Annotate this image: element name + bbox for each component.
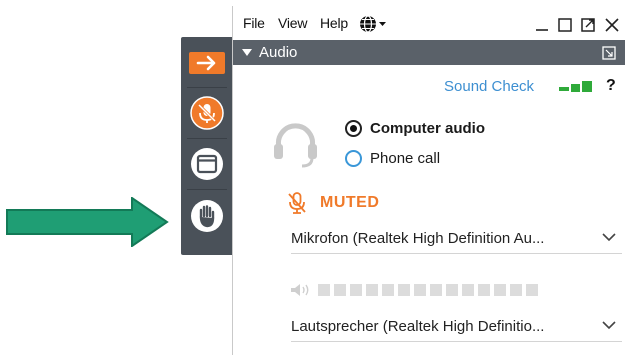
maximize-icon[interactable] (557, 17, 573, 33)
level-segment (318, 284, 330, 296)
language-globe-icon[interactable] (359, 15, 389, 33)
level-segment (366, 284, 378, 296)
level-segment (350, 284, 362, 296)
menu-bar: File View Help (233, 6, 625, 40)
window-icon (191, 148, 223, 180)
microphone-select[interactable]: Mikrofon (Realtek High Definition Au... (291, 224, 622, 252)
level-segment (494, 284, 506, 296)
speaker-level-meter (290, 283, 542, 297)
minimize-icon[interactable] (534, 17, 550, 33)
microphone-select-value: Mikrofon (Realtek High Definition Au... (291, 229, 545, 247)
menu-help[interactable]: Help (320, 15, 348, 31)
microphone-muted-icon (288, 192, 306, 214)
level-segment (430, 284, 442, 296)
level-segment (414, 284, 426, 296)
microphone-toggle-button[interactable] (181, 89, 233, 137)
level-segment (526, 284, 538, 296)
collapse-caret-icon (242, 49, 252, 56)
level-segment (478, 284, 490, 296)
screen-share-button[interactable] (181, 140, 233, 188)
headset-icon (274, 123, 317, 168)
speaker-select-value: Lautsprecher (Realtek High Definitio... (291, 317, 545, 335)
speaker-icon (291, 284, 309, 296)
raise-hand-icon (191, 200, 223, 232)
microphone-muted-icon (190, 96, 224, 130)
audio-title: Audio (259, 44, 298, 61)
speaker-select[interactable]: Lautsprecher (Realtek High Definitio... (291, 312, 622, 340)
computer-audio-label: Computer audio (370, 120, 485, 137)
level-segment (446, 284, 458, 296)
gotomeeting-toolbar (181, 37, 233, 255)
menu-file[interactable]: File (243, 15, 265, 31)
arrow-right-icon (189, 52, 225, 74)
signal-strength-icon (559, 81, 592, 92)
level-segment (334, 284, 346, 296)
help-button[interactable]: ? (606, 77, 616, 95)
sound-check-link[interactable]: Sound Check (444, 78, 534, 95)
level-segment (398, 284, 410, 296)
level-segment (510, 284, 522, 296)
close-icon[interactable] (604, 17, 620, 33)
computer-audio-radio[interactable] (345, 120, 362, 137)
computer-audio-option[interactable]: Computer audio (345, 120, 485, 137)
audio-window: File View Help Audio Sound Check ? Compu… (232, 6, 625, 355)
phone-call-label: Phone call (370, 150, 441, 167)
level-segment (382, 284, 394, 296)
muted-status: MUTED (287, 191, 379, 215)
phone-call-radio[interactable] (345, 150, 362, 167)
pop-out-icon[interactable] (580, 17, 596, 33)
detach-panel-icon[interactable] (602, 46, 616, 60)
menu-view[interactable]: View (278, 15, 307, 31)
muted-label: MUTED (320, 194, 380, 211)
phone-call-option[interactable]: Phone call (345, 150, 440, 167)
level-segment (462, 284, 474, 296)
collapse-panel-button[interactable] (181, 39, 233, 87)
chevron-down-icon (602, 321, 616, 330)
audio-section-header[interactable]: Audio (233, 40, 625, 65)
chevron-down-icon (602, 233, 616, 242)
raise-hand-button[interactable] (181, 192, 233, 240)
green-arrow-icon (6, 197, 169, 247)
